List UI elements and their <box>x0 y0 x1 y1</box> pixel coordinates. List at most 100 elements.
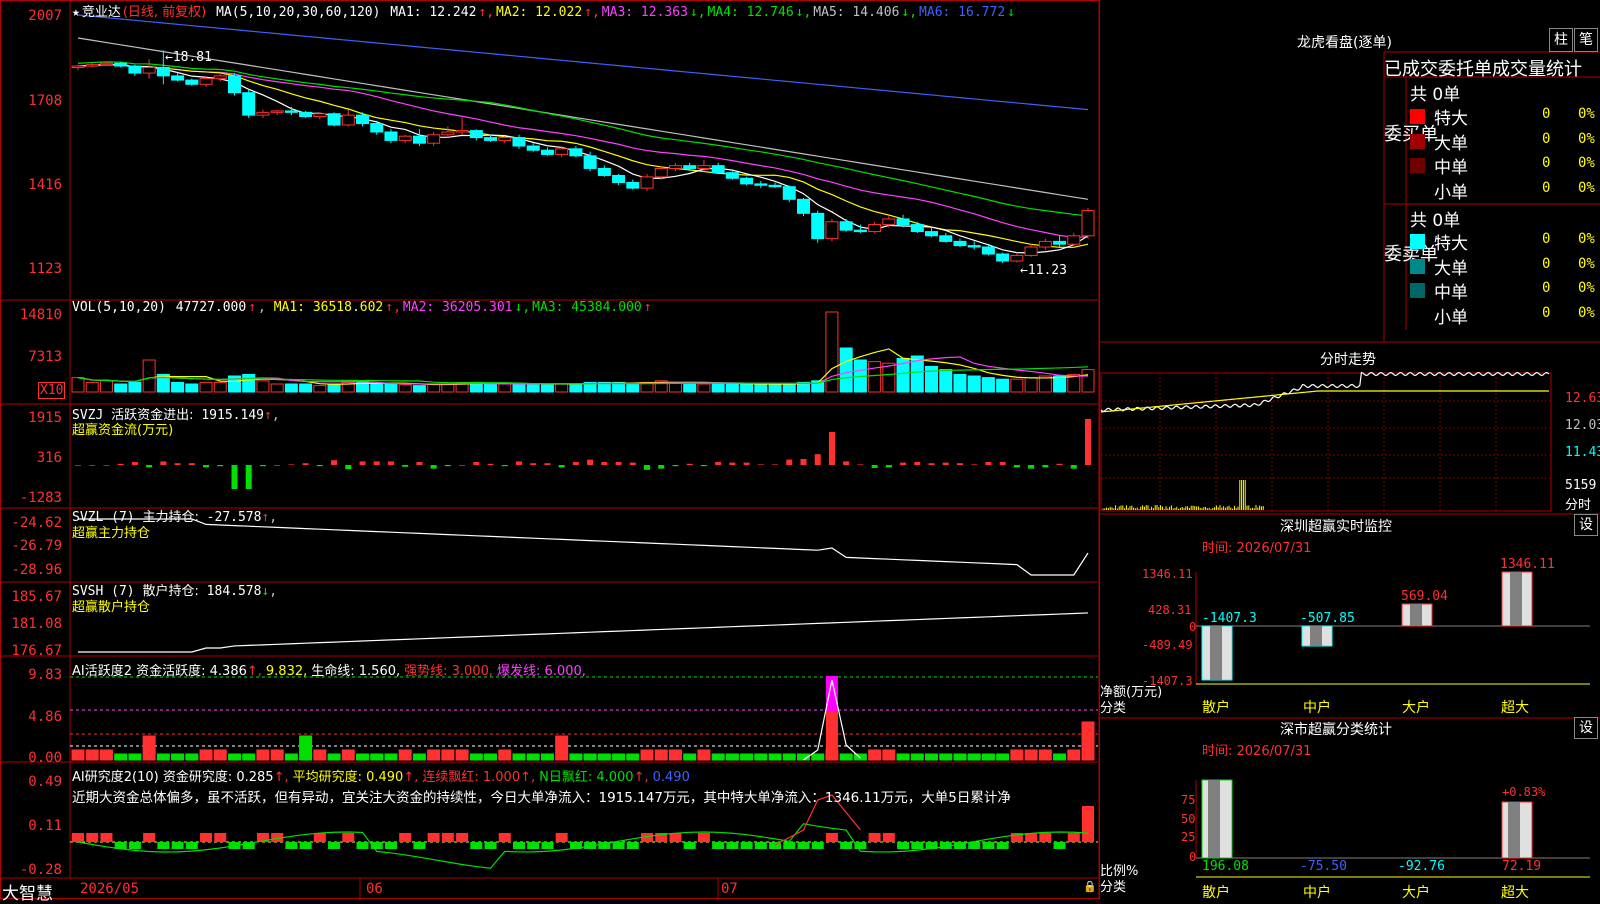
activity-bar <box>698 750 710 760</box>
activity-bar <box>328 754 340 760</box>
sz-cat: 中户 <box>1303 697 1331 717</box>
order-color-swatch <box>1410 183 1425 198</box>
sz-class-value: -92.76 <box>1398 859 1445 874</box>
flow-bar <box>345 465 351 469</box>
bar-mode-button[interactable]: 柱 <box>1549 28 1573 52</box>
order-count: 0 <box>1542 106 1550 122</box>
flow-bar <box>288 464 294 465</box>
research-bar <box>726 842 738 849</box>
ai2-comment: 近期大资金总体偏多，虽不活跃，但有异动，宜关注大资金的持续性，今日大单净流入：1… <box>72 786 1097 806</box>
research-bar <box>129 842 141 849</box>
legend-arrow: ↑ <box>644 300 652 315</box>
period-label[interactable]: (日线, 前复权) <box>123 5 206 20</box>
research-bar <box>328 842 340 849</box>
flow-bar <box>260 465 266 466</box>
activity-bar <box>655 750 667 760</box>
ai2-label: AI研究度2(10) <box>72 770 159 785</box>
order-percent: 0% <box>1578 256 1595 272</box>
candle-body <box>598 168 610 175</box>
svzl-ytick: -24.62 <box>11 515 62 531</box>
research-bar <box>982 842 994 849</box>
activity-bar <box>186 754 198 760</box>
flow-bar <box>929 463 935 465</box>
flow-bar <box>544 463 550 465</box>
volume-bar <box>100 381 112 392</box>
flow-bar <box>701 465 707 466</box>
svzj-ytick: 1915 <box>28 410 62 426</box>
activity-bar <box>926 754 938 760</box>
flow-bar <box>672 465 678 466</box>
candle-body <box>926 232 938 236</box>
flow-bar <box>1000 462 1006 465</box>
intraday-price: 12.63 <box>1565 391 1600 406</box>
order-count: 0 <box>1542 256 1550 272</box>
ai1-ytick: 9.83 <box>28 667 62 683</box>
candle-body <box>157 67 169 75</box>
sell-side-label: 委卖单 <box>1384 245 1404 264</box>
candle-body <box>342 115 354 125</box>
sz-monitor-title: 深圳超赢实时监控 <box>1280 516 1392 536</box>
lock-icon[interactable]: 🔒 <box>1083 880 1097 893</box>
pen-mode-button[interactable]: 笔 <box>1574 28 1598 52</box>
low-mark: ←11.23 <box>1020 263 1067 278</box>
research-bar <box>613 842 625 849</box>
flow-bar <box>587 460 593 465</box>
volume-bar <box>954 374 966 392</box>
research-bar <box>1039 833 1051 842</box>
research-bar <box>513 842 525 849</box>
candle-body <box>257 112 269 115</box>
indicator-arrow: ↑, <box>634 770 649 785</box>
vol-ytick: 7313 <box>28 349 62 365</box>
research-bar <box>300 842 312 849</box>
candle-body <box>812 213 824 238</box>
candle-body <box>1054 241 1066 244</box>
flow-bar <box>644 465 650 470</box>
research-bar <box>428 833 440 842</box>
sz-monitor-ytick: 1346.11 <box>1142 567 1193 581</box>
activity-bar <box>769 754 781 760</box>
volume-bar <box>143 360 155 392</box>
indicator-item: 强势线: 3.000, <box>404 664 493 679</box>
candle-body <box>613 175 625 182</box>
research-bar <box>797 842 809 849</box>
candle-body <box>541 150 553 154</box>
candle-body <box>968 246 980 247</box>
candle-body <box>399 136 411 140</box>
activity-bar <box>228 754 240 760</box>
order-type-label: 中单 <box>1434 153 1468 178</box>
stock-name[interactable]: 竞业达 <box>82 5 121 20</box>
sz-cat: 散户 <box>1202 697 1230 717</box>
candle-body <box>72 66 84 67</box>
sz-class-bar-shade <box>1508 802 1520 858</box>
sz-class-value: 72.19 <box>1502 859 1541 874</box>
research-bar <box>1082 806 1094 842</box>
flow-bar <box>985 462 991 465</box>
sell-total: 共 0单 <box>1410 206 1460 231</box>
volume-bar <box>314 386 326 392</box>
flow-bar <box>431 465 437 469</box>
research-bar <box>812 842 824 849</box>
sz-class-settings-button[interactable]: 设 <box>1574 717 1598 739</box>
research-bar <box>186 842 198 849</box>
flow-bar <box>815 454 821 465</box>
order-type-label: 特大 <box>1434 229 1468 254</box>
indicator-arrow: ↑, <box>274 770 289 785</box>
main-frame <box>1 1 1100 899</box>
candle-body <box>172 76 184 80</box>
research-bar <box>342 833 354 842</box>
volume-bar <box>968 376 980 392</box>
volume-bar <box>485 384 497 392</box>
activity-bar <box>755 754 767 760</box>
legend-arrow: ↓, <box>515 300 531 315</box>
volume-bar <box>513 384 525 392</box>
flow-bar <box>445 465 451 466</box>
flow-bar <box>1014 465 1020 467</box>
sz-class-top-label: +0.83% <box>1502 785 1545 799</box>
sz-monitor-settings-button[interactable]: 设 <box>1574 514 1598 536</box>
research-bar <box>214 833 226 842</box>
flow-bar <box>502 465 508 466</box>
sz-monitor-bar-shade <box>1210 626 1222 680</box>
flow-bar <box>914 462 920 465</box>
volume-bar <box>300 384 312 392</box>
stock-chart-canvas[interactable] <box>0 0 1600 900</box>
